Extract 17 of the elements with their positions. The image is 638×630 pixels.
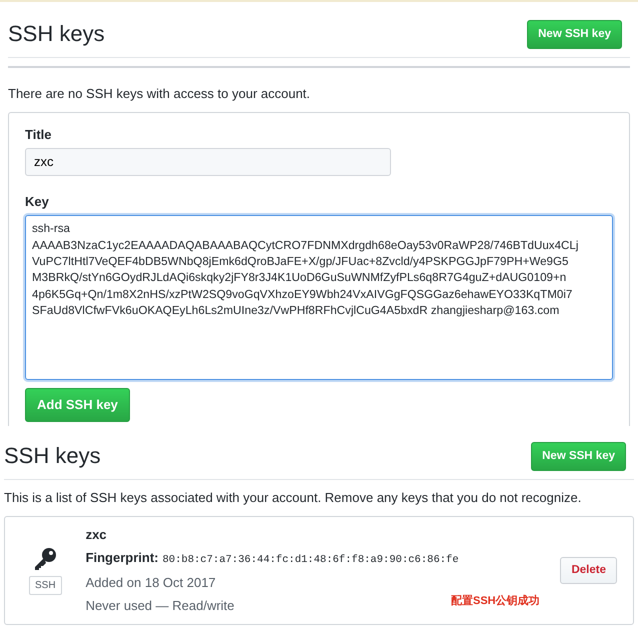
fingerprint-label: Fingerprint: [86, 550, 158, 565]
key-label: Key [25, 192, 50, 211]
annotation-text: 配置SSH公钥成功 [451, 594, 540, 610]
title-input[interactable]: zxc [25, 148, 391, 176]
fingerprint-value: 80:b8:c7:a7:36:44:fc:d1:48:6f:f8:a9:90:c6:86:fe [162, 554, 459, 566]
empty-message: There are no SSH keys with access to your account. [8, 85, 312, 104]
title-label: Title [25, 126, 52, 144]
key-title: zxc [86, 526, 108, 544]
delete-button[interactable]: Delete [560, 556, 617, 584]
page-title: SSH keys [4, 443, 101, 470]
key-textarea[interactable]: ssh-rsa AAAAB3NzaC1yc2EAAAADAQABAAABAQCytCRO7FDNMXdrgdh68eOay53v0RaWP28/746BTdUux4CLj VuPC7ltHtl7VeQEF4bDB5WNbQ8jEmk6dQroBJaFE+X/gp/JFUac+8Zvcld/y4PSKPGGJpF79PH+We9G5 M3BRkQ/stYn6GOydRJLdAQi6skqky2jFY8r3J4K1UoD6GuSuWNMfZyfPLs6q8R7G4guZ+dAUG0109+n 4p6K5Gq+Qn/1m8X2nHS/xzPtW2SQ9voGqVXhzoEY9Wbh24VxAIVGgFQSGGaz6ehawEYO33KqTM0i7 SFaUd8VlCfwFVk6uOKAQEyLh6Ls2mUIne3z/VwPHf8RFhCvjlCuG4A5bxdR zhangjiesharp@163.com [25, 215, 613, 380]
added-date: Added on 18 Oct 2017 [86, 574, 217, 592]
intro-text: This is a list of SSH keys associated with your account. Remove any keys that you do not recognize. [4, 489, 582, 507]
page-title: SSH keys [8, 21, 105, 48]
key-icon [32, 546, 58, 572]
ssh-badge: SSH [29, 576, 62, 595]
usage-text: Never used — Read/write [86, 597, 234, 616]
